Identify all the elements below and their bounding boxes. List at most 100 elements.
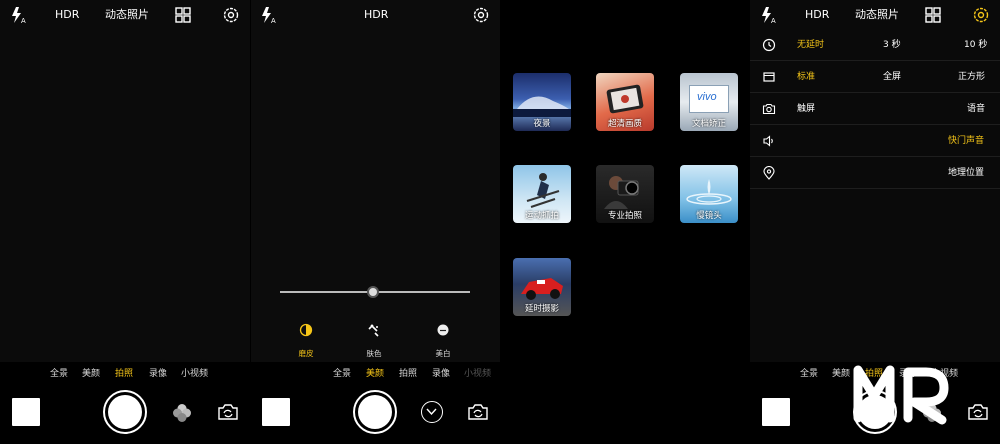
hdr-toggle[interactable]: HDR: [805, 6, 829, 24]
mode-panorama[interactable]: 全景: [50, 368, 68, 380]
photographer-image: [604, 176, 639, 209]
timer-option-3s[interactable]: 3 秒: [883, 39, 901, 51]
mode-selector: 全景 美颜 拍照 录像 小视频: [0, 362, 250, 386]
panel-divider: [500, 0, 501, 444]
shutter-button[interactable]: [353, 390, 397, 434]
beauty-option-label: 磨皮: [298, 349, 314, 358]
mode-tile-ultra-hd[interactable]: 超清画质: [596, 73, 654, 131]
hdr-toggle[interactable]: HDR: [55, 6, 79, 24]
mode-photo[interactable]: 拍照: [115, 368, 133, 380]
mode-beauty[interactable]: 美颜: [82, 368, 100, 380]
beauty-level-slider-thumb[interactable]: [367, 286, 380, 298]
mode-tile-label: 延时摄影: [524, 304, 559, 314]
switch-camera-icon[interactable]: [967, 403, 989, 421]
settings-row-capture-trigger: 触屏 语音: [750, 93, 1000, 125]
svg-text:A: A: [771, 18, 776, 25]
skier-image: [526, 173, 560, 208]
mode-short-video[interactable]: 小视频: [181, 368, 208, 380]
switch-camera-icon[interactable]: [467, 403, 489, 421]
gear-icon[interactable]: [971, 5, 991, 25]
trigger-option-touch[interactable]: 触屏: [797, 103, 815, 115]
phone-image: [606, 84, 644, 114]
race-car-image: [521, 278, 563, 300]
beauty-option-label: 美白: [435, 349, 451, 358]
shutter-button[interactable]: [103, 390, 147, 434]
collapse-beauty-button[interactable]: [421, 401, 443, 423]
mode-tile-label: 夜景: [533, 119, 551, 129]
panel-divider: [250, 0, 251, 444]
settings-row-aspect-ratio: 标准 全屏 正方形: [750, 61, 1000, 93]
mode-tile-timelapse[interactable]: 延时摄影: [513, 258, 571, 316]
mode-beauty[interactable]: 美颜: [366, 368, 384, 380]
ratio-option-standard[interactable]: 标准: [797, 71, 815, 83]
gallery-thumbnail[interactable]: [12, 398, 40, 426]
mode-tile-document[interactable]: vivo 文档矫正: [680, 73, 738, 131]
top-bar: A HDR 动态照片: [750, 0, 1000, 30]
flash-auto-icon[interactable]: A: [9, 5, 29, 25]
mode-tile-sport[interactable]: 运动抓拍: [513, 165, 571, 223]
skin-tone-icon: [368, 324, 379, 337]
switch-camera-icon[interactable]: [217, 403, 239, 421]
document-image: vivo: [689, 85, 729, 113]
camera-modes-grid: 夜景 超清画质 vivo 文档矫正 运动抓拍 专业拍照 慢镜头 延时摄影: [500, 0, 750, 444]
mode-tile-label: 慢镜头: [696, 211, 722, 221]
beauty-option-smoothing[interactable]: 磨皮: [286, 322, 326, 359]
capture-controls: [250, 386, 500, 444]
mode-tile-label: 运动抓拍: [524, 211, 559, 221]
mode-video[interactable]: 录像: [149, 368, 167, 380]
flash-auto-icon[interactable]: A: [259, 5, 279, 25]
panel-divider: [749, 0, 750, 444]
ratio-option-square[interactable]: 正方形: [958, 71, 985, 83]
filter-icon[interactable]: [171, 402, 193, 424]
timer-option-none[interactable]: 无延时: [797, 39, 824, 51]
trigger-option-voice[interactable]: 语音: [967, 103, 985, 115]
timer-icon: [762, 38, 776, 52]
flash-auto-icon[interactable]: A: [759, 5, 779, 25]
gallery-thumbnail[interactable]: [762, 398, 790, 426]
smoothing-icon: [299, 323, 313, 337]
svg-text:A: A: [21, 18, 26, 25]
timer-option-10s[interactable]: 10 秒: [964, 39, 987, 51]
mode-tile-slow-motion[interactable]: 慢镜头: [680, 165, 738, 223]
camera-screen-beauty: A HDR 磨皮 肤色 美白 全景 美颜 拍照 录像 小视频: [250, 0, 500, 444]
mode-tile-label: 文档矫正: [691, 119, 726, 129]
chevron-down-icon: [426, 408, 437, 416]
grid-icon[interactable]: [923, 5, 943, 25]
beauty-option-skin-tone[interactable]: 肤色: [354, 322, 394, 359]
gallery-thumbnail[interactable]: [262, 398, 290, 426]
vivo-logo-text: vivo: [697, 91, 717, 103]
svg-text:A: A: [271, 18, 276, 25]
gear-icon[interactable]: [471, 5, 491, 25]
mode-tile-pro[interactable]: 专业拍照: [596, 165, 654, 223]
shutter-sound-toggle[interactable]: 快门声音: [948, 135, 984, 147]
live-photo-toggle[interactable]: 动态照片: [105, 6, 149, 24]
grid-icon[interactable]: [173, 5, 193, 25]
ratio-option-fullscreen[interactable]: 全屏: [883, 71, 901, 83]
location-icon: [763, 166, 775, 180]
mode-photo[interactable]: 拍照: [399, 368, 417, 380]
mode-panorama[interactable]: 全景: [800, 368, 818, 380]
mode-tile-night[interactable]: 夜景: [513, 73, 571, 131]
mode-beauty[interactable]: 美颜: [832, 368, 850, 380]
hdr-toggle[interactable]: HDR: [364, 6, 388, 24]
settings-row-location: 地理位置: [750, 157, 1000, 189]
mode-video[interactable]: 录像: [432, 368, 450, 380]
mode-panorama[interactable]: 全景: [333, 368, 351, 380]
mode-short-video[interactable]: 小视频: [464, 368, 491, 380]
aspect-ratio-icon: [763, 72, 775, 82]
camera-icon: [762, 103, 776, 115]
mode-tile-label: 超清画质: [607, 119, 642, 129]
location-toggle[interactable]: 地理位置: [948, 167, 984, 179]
night-scene-image: [513, 96, 571, 117]
beauty-option-label: 肤色: [366, 349, 382, 358]
live-photo-toggle[interactable]: 动态照片: [855, 6, 899, 24]
mode-tile-label: 专业拍照: [607, 211, 642, 221]
beauty-option-whitening[interactable]: 美白: [423, 322, 463, 359]
mode-selector: 全景 美颜 拍照 录像 小视频: [250, 362, 500, 386]
top-bar: A HDR: [250, 0, 500, 30]
top-bar: A HDR 动态照片: [0, 0, 250, 30]
water-drop-image: [686, 179, 732, 205]
watermark-logo: [853, 365, 949, 425]
gear-icon[interactable]: [221, 5, 241, 25]
settings-row-timer: 无延时 3 秒 10 秒: [750, 29, 1000, 61]
